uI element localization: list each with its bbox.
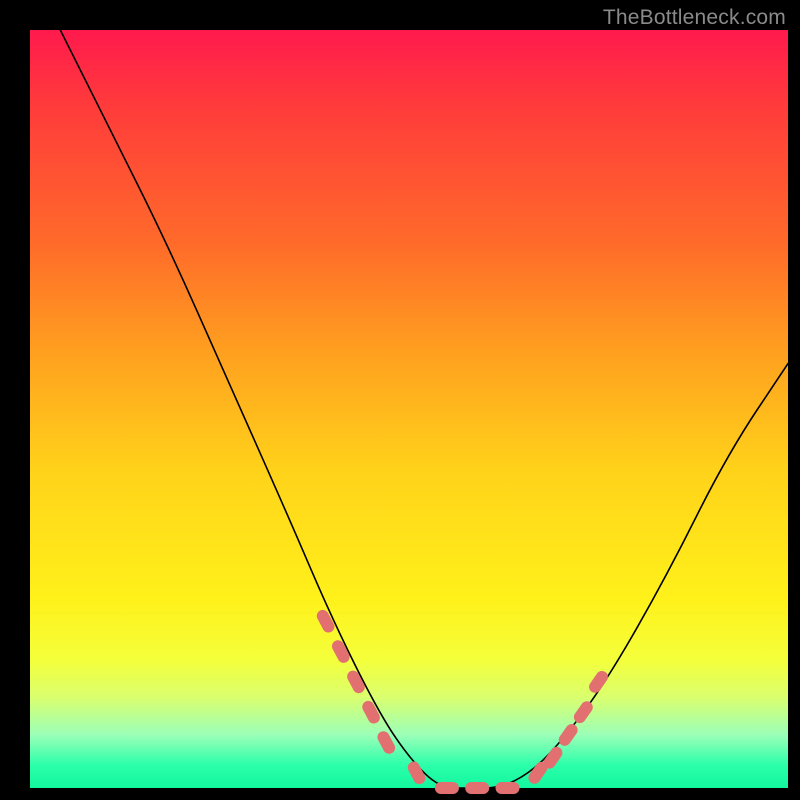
marker-dot bbox=[375, 729, 397, 756]
marker-dot bbox=[556, 722, 580, 749]
chart-frame: TheBottleneck.com bbox=[0, 0, 800, 800]
bottleneck-curve bbox=[60, 30, 788, 788]
marker-dot bbox=[435, 782, 459, 794]
marker-dot bbox=[360, 699, 382, 726]
marker-dot bbox=[496, 782, 520, 794]
marker-points bbox=[315, 608, 611, 794]
chart-svg bbox=[30, 30, 788, 788]
plot-area bbox=[30, 30, 788, 788]
marker-dot bbox=[465, 782, 489, 794]
watermark-text: TheBottleneck.com bbox=[603, 6, 786, 30]
marker-dot bbox=[587, 669, 611, 696]
marker-dot bbox=[572, 699, 596, 726]
curve-line bbox=[60, 30, 788, 788]
